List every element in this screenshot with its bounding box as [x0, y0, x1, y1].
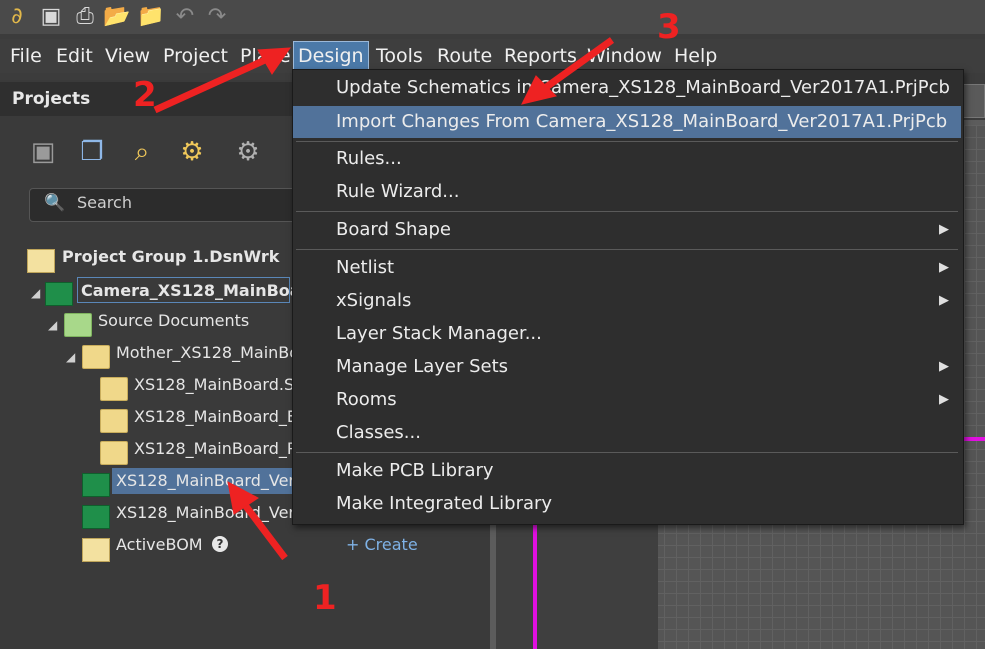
annotation-arrow-1 — [242, 502, 288, 561]
annotation-number-3: 3 — [657, 7, 681, 47]
annotation-arrow-3 — [542, 37, 615, 91]
annotation-arrowhead-1 — [227, 481, 259, 515]
annotation-arrow-2 — [153, 56, 267, 114]
annotation-number-2: 2 — [133, 75, 157, 115]
annotation-number-1: 1 — [313, 578, 337, 618]
